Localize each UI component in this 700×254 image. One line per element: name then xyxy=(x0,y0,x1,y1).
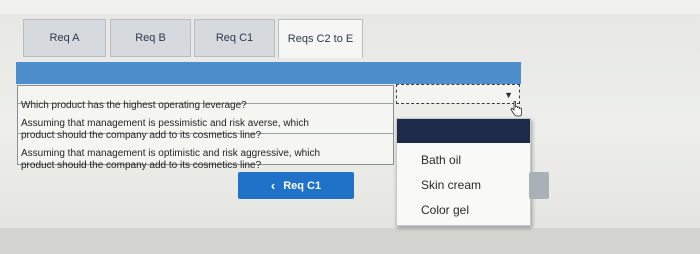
question-table: Which product has the highest operating … xyxy=(17,85,394,171)
question-text: Which product has the highest operating … xyxy=(21,100,247,111)
bottom-strip xyxy=(0,228,700,254)
dropdown-option-color-gel[interactable]: Color gel xyxy=(397,198,530,222)
tab-req-c1-label: Req C1 xyxy=(215,32,254,44)
table-header-bar xyxy=(16,62,521,84)
tab-reqs-c2-to-e[interactable]: Reqs C2 to E xyxy=(278,19,363,58)
dropdown-option-label: Skin cream xyxy=(421,178,482,192)
dropdown-option-skin-cream[interactable]: Skin cream xyxy=(397,173,530,197)
hand-cursor-icon xyxy=(510,101,522,117)
prev-req-button[interactable]: ‹ Req C1 xyxy=(238,172,354,199)
chevron-left-icon: ‹ xyxy=(270,178,276,193)
dropdown-option-label: Color gel xyxy=(421,203,470,217)
chevron-down-icon[interactable]: ▼ xyxy=(504,90,513,100)
tab-req-a[interactable]: Req A xyxy=(23,19,106,57)
dropdown-option-label: Bath oil xyxy=(421,153,462,167)
next-req-button[interactable] xyxy=(529,172,549,199)
tab-reqs-c2-to-e-label: Reqs C2 to E xyxy=(287,33,354,45)
tab-req-b-label: Req B xyxy=(135,32,166,44)
prev-req-button-label: Req C1 xyxy=(283,179,322,192)
answer-dropdown-list: Bath oil Skin cream Color gel xyxy=(396,118,531,226)
question-row: Which product has the highest operating … xyxy=(18,86,393,111)
top-strip xyxy=(0,0,700,14)
tab-req-b[interactable]: Req B xyxy=(110,19,191,57)
answer-select[interactable]: ▼ xyxy=(396,84,520,104)
dropdown-option-blank[interactable] xyxy=(397,119,530,143)
tab-req-c1[interactable]: Req C1 xyxy=(194,19,275,57)
tab-req-a-label: Req A xyxy=(49,32,80,44)
dropdown-option-bath-oil[interactable]: Bath oil xyxy=(397,148,530,172)
